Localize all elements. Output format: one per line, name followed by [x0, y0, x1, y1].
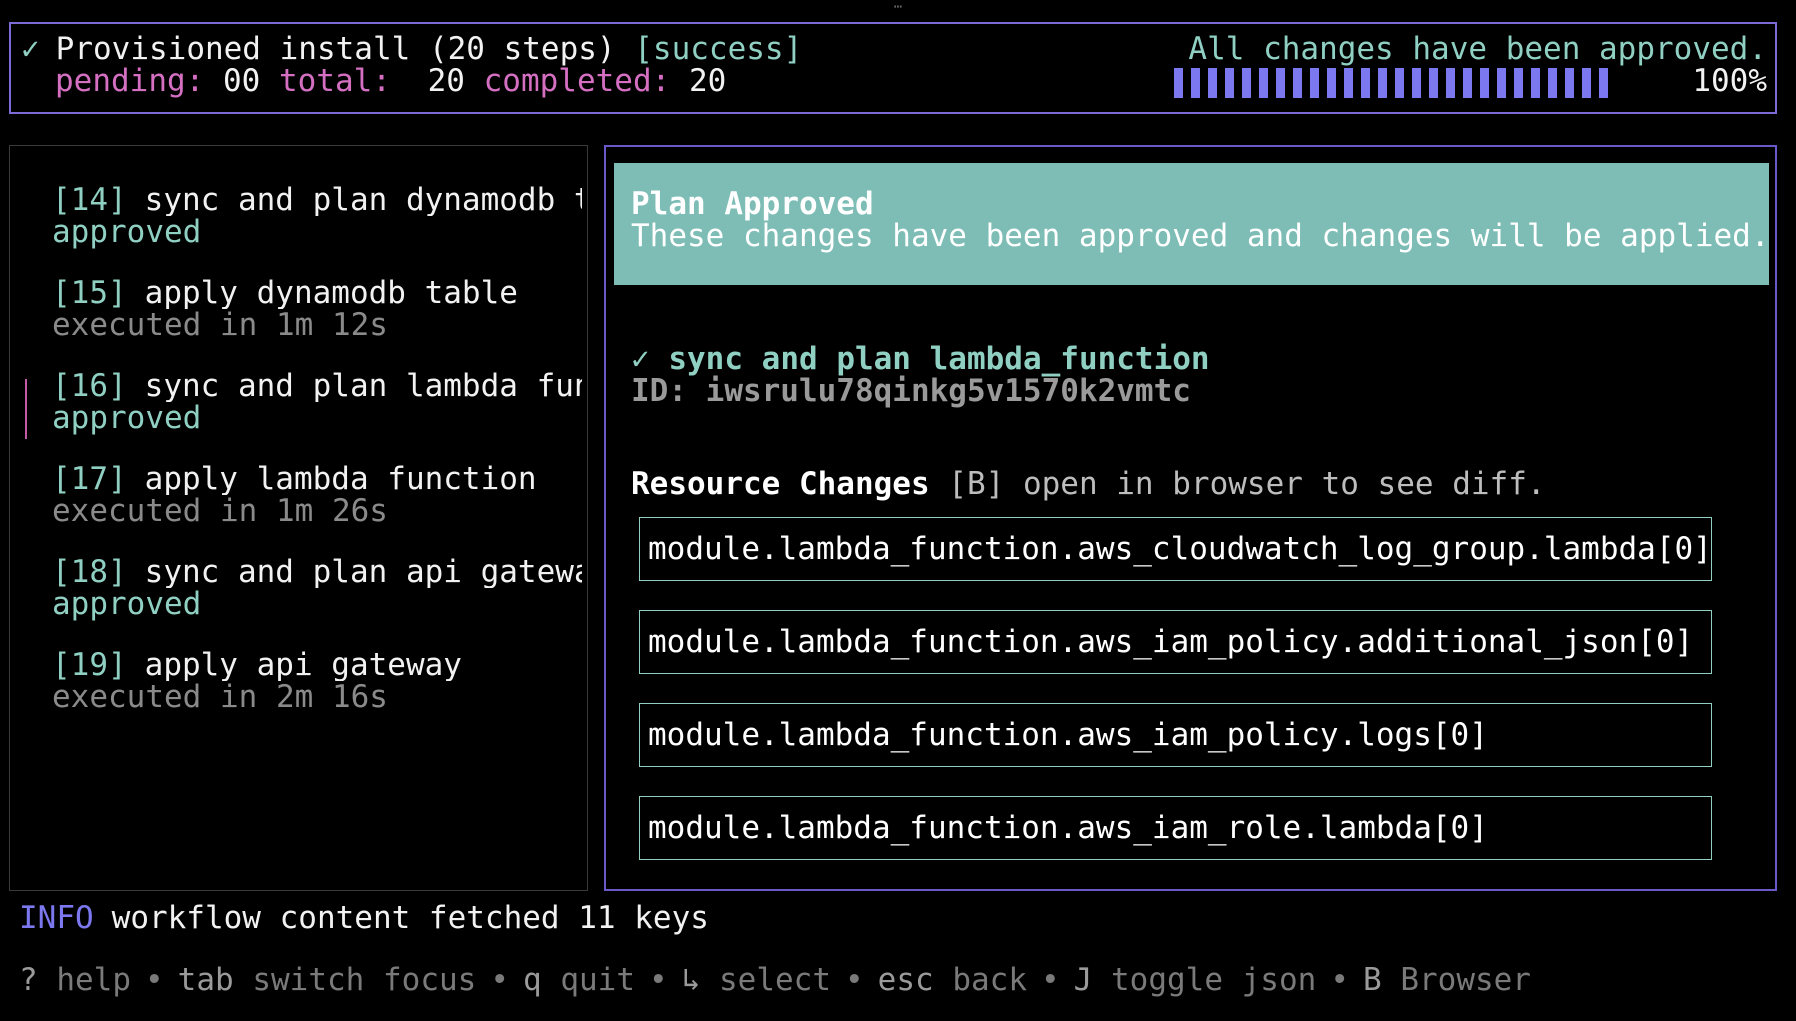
window-drag-handle[interactable]: ⋯ [886, 0, 910, 14]
selected-step-indicator [25, 379, 27, 439]
help-key: J [1073, 962, 1093, 998]
step-number: [18] [52, 556, 127, 588]
help-action: back [952, 962, 1027, 998]
keybinding-help-bar: ? help • tab switch focus • q quit • ↳ select •… [19, 962, 1531, 998]
step-title-line: [18] sync and plan api_gateway [52, 556, 582, 588]
step-detail-panel[interactable]: Plan Approved These changes have been ap… [604, 145, 1777, 891]
log-message: workflow content fetched 11 keys [111, 900, 709, 936]
resource-changes-title: Resource Changes [631, 466, 930, 502]
help-separator: • [145, 962, 164, 998]
step-status: approved [52, 400, 202, 436]
step-title-line: [14] sync and plan dynamodb_t… [52, 184, 582, 216]
help-key: esc [877, 962, 934, 998]
pending-label: pending: [55, 63, 205, 99]
plan-name: sync and plan lambda_function [668, 341, 1210, 377]
step-title: apply dynamodb_table [144, 277, 518, 309]
step-title: apply api_gateway [144, 649, 462, 681]
workflow-counts-line: pending: 00 total: 20 completed: 20 [21, 64, 726, 98]
step-number: [16] [52, 370, 127, 402]
resource-change-item[interactable]: module.lambda_function.aws_iam_role.lamb… [639, 796, 1712, 860]
step-title-line: [17] apply lambda_function [52, 463, 582, 495]
help-action: quit [560, 962, 635, 998]
help-action: select [719, 962, 831, 998]
help-key: ? [19, 962, 38, 998]
step-status: executed in 2m 16s [52, 679, 388, 715]
help-action: Browser [1400, 962, 1531, 998]
steps-list-panel[interactable]: [14] sync and plan dynamodb_t… approved [15… [9, 145, 588, 891]
step-item[interactable]: [16] sync and plan lambda_fun… approved [52, 370, 582, 434]
resource-change-item[interactable]: module.lambda_function.aws_cloudwatch_lo… [639, 517, 1712, 581]
step-title: sync and plan api_gateway [144, 556, 582, 588]
resource-change-item[interactable]: module.lambda_function.aws_iam_policy.lo… [639, 703, 1712, 767]
help-action: switch focus [252, 962, 477, 998]
step-number: [17] [52, 463, 127, 495]
step-title: sync and plan dynamodb_t… [144, 184, 582, 216]
step-number: [19] [52, 649, 127, 681]
step-status: approved [52, 586, 202, 622]
progress-bar [1174, 68, 1689, 98]
progress-percent: 100% [1692, 63, 1767, 99]
help-key: B [1362, 962, 1382, 998]
step-status: executed in 1m 26s [52, 493, 388, 529]
step-number: [15] [52, 277, 127, 309]
step-item[interactable]: [19] apply api_gateway executed in 2m 16s [52, 649, 582, 713]
pending-value: 00 [222, 63, 261, 99]
help-action: toggle json [1111, 962, 1317, 998]
help-key: ↳ [681, 962, 701, 998]
log-level: INFO [19, 900, 94, 936]
help-key: q [522, 962, 542, 998]
step-title: apply lambda_function [144, 463, 537, 495]
completed-label: completed: [483, 63, 671, 99]
step-number: [14] [52, 184, 127, 216]
banner-text: These changes have been approved and cha… [631, 218, 1770, 254]
help-separator: • [1330, 962, 1349, 998]
help-separator: • [1040, 962, 1060, 998]
resource-changes-hint: [B] open in browser to see diff. [948, 466, 1546, 502]
step-title-line: [15] apply dynamodb_table [52, 277, 582, 309]
step-status: approved [52, 214, 202, 250]
workflow-title-line: ✓ Provisioned install (20 steps) [success… [21, 32, 802, 66]
step-item[interactable]: [15] apply dynamodb_table executed in 1m 1… [52, 277, 582, 341]
completed-value: 20 [688, 63, 727, 99]
resource-change-item[interactable]: module.lambda_function.aws_iam_policy.ad… [639, 610, 1712, 674]
step-item[interactable]: [14] sync and plan dynamodb_t… approved [52, 184, 582, 248]
resource-changes-list: module.lambda_function.aws_cloudwatch_lo… [639, 517, 1712, 889]
plan-id: ID: iwsrulu78qinkg5v1570k2vmtc [631, 373, 1191, 409]
total-label: total: [278, 63, 391, 99]
log-line: INFO workflow content fetched 11 keys [19, 900, 709, 936]
help-separator: • [490, 962, 509, 998]
workflow-status: [success] [634, 31, 803, 67]
progress-bar-fill [1174, 68, 1614, 98]
banner-title: Plan Approved [631, 186, 874, 222]
workflow-summary-header: ✓ Provisioned install (20 steps) [success… [9, 22, 1777, 114]
help-key: tab [177, 962, 234, 998]
step-item[interactable]: [18] sync and plan api_gateway approved [52, 556, 582, 620]
step-title-line: [16] sync and plan lambda_fun… [52, 370, 582, 402]
help-separator: • [844, 962, 864, 998]
workflow-title: Provisioned install (20 steps) [55, 31, 616, 67]
step-status: executed in 1m 12s [52, 307, 388, 343]
help-action: help [56, 962, 131, 998]
total-value: 20 [427, 63, 465, 99]
plan-heading: ✓ sync and plan lambda_function [631, 343, 1210, 375]
step-title: sync and plan lambda_fun… [144, 370, 582, 402]
help-separator: • [648, 962, 668, 998]
approval-message: All changes have been approved. [1188, 31, 1767, 67]
resource-changes-header: Resource Changes [B] open in browser to … [631, 467, 1546, 501]
step-item[interactable]: [17] apply lambda_function executed in 1m … [52, 463, 582, 527]
step-title-line: [19] apply api_gateway [52, 649, 582, 681]
plan-approved-banner: Plan Approved These changes have been ap… [614, 163, 1769, 285]
plan-check-icon: ✓ [631, 341, 650, 377]
success-check-icon: ✓ [21, 31, 40, 67]
